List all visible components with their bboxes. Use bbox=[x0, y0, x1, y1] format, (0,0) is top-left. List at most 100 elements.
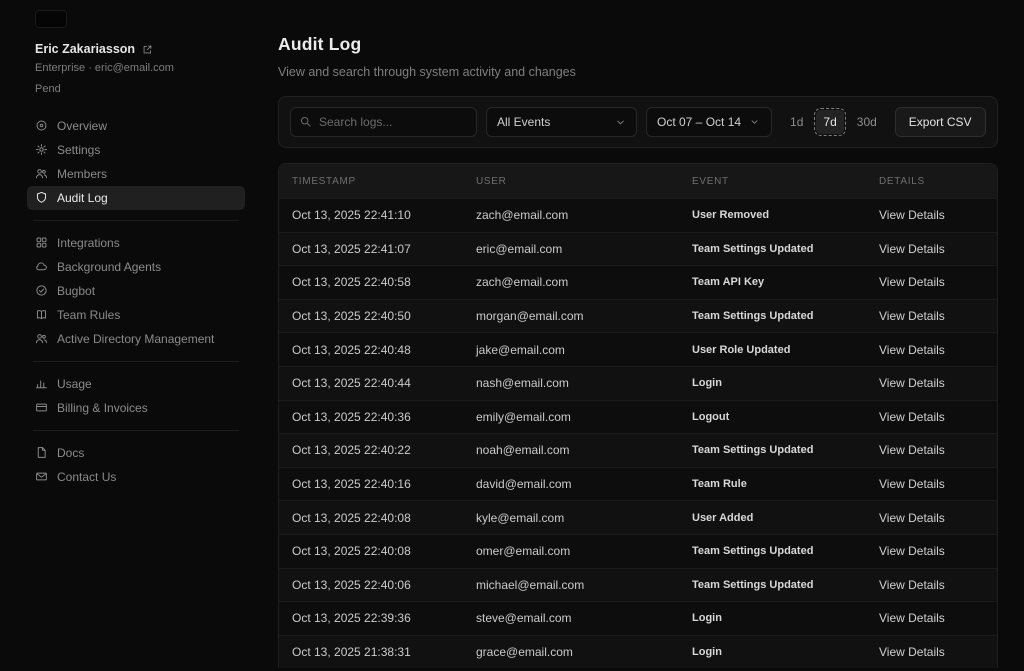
view-details-link[interactable]: View Details bbox=[879, 477, 945, 491]
event-cell: Login bbox=[692, 646, 722, 659]
timestamp-cell: Oct 13, 2025 22:39:36 bbox=[292, 611, 411, 626]
table-row: Oct 13, 2025 22:41:10 zach@email.com User … bbox=[279, 198, 997, 232]
audit-log-icon bbox=[36, 192, 47, 204]
sidebar-item-bugbot[interactable]: Bugbot bbox=[27, 279, 245, 303]
view-details-link[interactable]: View Details bbox=[879, 275, 945, 289]
page-title: Audit Log bbox=[278, 34, 362, 54]
user-meta-extra: Pend bbox=[35, 82, 61, 95]
background-agents-icon bbox=[36, 262, 47, 271]
export-csv-button[interactable]: Export CSV bbox=[894, 107, 986, 137]
user-cell: michael@email.com bbox=[476, 577, 585, 592]
user-cell: emily@email.com bbox=[476, 409, 571, 424]
date-range-picker[interactable]: Oct 07 – Oct 14 bbox=[646, 107, 773, 137]
sidebar-item-contact-us[interactable]: Contact Us bbox=[27, 465, 245, 489]
column-header-timestamp: TIMESTAMP bbox=[292, 175, 356, 187]
usage-icon bbox=[36, 380, 47, 389]
details-cell: View Details bbox=[866, 208, 997, 222]
overview-icon bbox=[36, 120, 47, 131]
audit-log-table: TIMESTAMP USER EVENT DETAILS Oct 13, 2025 2… bbox=[278, 163, 998, 669]
user-cell: omer@email.com bbox=[476, 544, 571, 559]
user-cell: steve@email.com bbox=[476, 611, 572, 626]
app-logo bbox=[35, 10, 67, 28]
table-row: Oct 13, 2025 22:40:48 jake@email.com User … bbox=[279, 332, 997, 366]
timestamp-cell: Oct 13, 2025 22:40:58 bbox=[292, 275, 411, 290]
event-cell: User Role Updated bbox=[692, 343, 791, 356]
sidebar-item-label: Audit Log bbox=[57, 190, 108, 205]
view-details-link[interactable]: View Details bbox=[879, 242, 945, 256]
view-details-link[interactable]: View Details bbox=[879, 645, 945, 659]
view-details-link[interactable]: View Details bbox=[879, 309, 945, 323]
event-cell: Team Rule bbox=[692, 478, 747, 491]
user-cell: grace@email.com bbox=[476, 645, 573, 660]
sidebar-item-team-rules[interactable]: Team Rules bbox=[27, 303, 245, 327]
details-cell: View Details bbox=[866, 611, 997, 625]
sidebar-item-background-agents[interactable]: Background Agents bbox=[27, 255, 245, 279]
range-button-7d[interactable]: 7d bbox=[814, 108, 846, 136]
user-cell: morgan@email.com bbox=[476, 309, 584, 324]
view-details-link[interactable]: View Details bbox=[879, 343, 945, 357]
timestamp-cell: Oct 13, 2025 22:40:22 bbox=[292, 443, 411, 458]
user-cell: jake@email.com bbox=[476, 342, 565, 357]
timestamp-cell: Oct 13, 2025 22:41:07 bbox=[292, 241, 411, 256]
sidebar-item-members[interactable]: Members bbox=[27, 162, 245, 186]
sidebar-item-label: Background Agents bbox=[57, 259, 162, 274]
timestamp-cell: Oct 13, 2025 22:40:48 bbox=[292, 342, 411, 357]
range-button-1d[interactable]: 1d bbox=[785, 110, 808, 134]
range-button-30d[interactable]: 30d bbox=[852, 110, 882, 134]
integrations-icon bbox=[36, 237, 47, 248]
view-details-link[interactable]: View Details bbox=[879, 578, 945, 592]
event-cell: User Removed bbox=[692, 209, 770, 222]
column-header-event: EVENT bbox=[692, 175, 729, 187]
sidebar-item-label: Settings bbox=[57, 142, 101, 157]
details-cell: View Details bbox=[866, 645, 997, 659]
event-cell: Team Settings Updated bbox=[692, 444, 814, 457]
table-row: Oct 13, 2025 21:38:31 grace@email.com Logi… bbox=[279, 634, 997, 669]
search-input[interactable] bbox=[290, 107, 477, 137]
view-details-link[interactable]: View Details bbox=[879, 208, 945, 222]
billing-icon bbox=[36, 403, 47, 412]
table-row: Oct 13, 2025 22:40:36 emily@email.com Logo… bbox=[279, 399, 997, 434]
event-filter-value: All Events bbox=[497, 115, 551, 129]
table-row: Oct 13, 2025 22:40:16 david@email.com Team… bbox=[279, 466, 997, 501]
sidebar-item-active-directory-management[interactable]: Active Directory Management bbox=[27, 327, 245, 351]
search-icon bbox=[300, 116, 311, 127]
view-details-link[interactable]: View Details bbox=[879, 410, 945, 424]
view-details-link[interactable]: View Details bbox=[879, 544, 945, 558]
sidebar-nav: Overview Settings Members Audit Log Integrat… bbox=[27, 114, 245, 489]
sidebar-divider bbox=[33, 429, 239, 431]
view-details-link[interactable]: View Details bbox=[879, 611, 945, 625]
table-body: Oct 13, 2025 22:41:10 zach@email.com User … bbox=[279, 198, 997, 669]
column-header-details: DETAILS bbox=[879, 175, 925, 187]
table-row: Oct 13, 2025 22:40:08 kyle@email.com User … bbox=[279, 500, 997, 534]
user-name: Eric Zakariasson bbox=[35, 42, 136, 56]
view-details-link[interactable]: View Details bbox=[879, 511, 945, 525]
sidebar-item-billing-invoices[interactable]: Billing & Invoices bbox=[27, 396, 245, 420]
user-cell: kyle@email.com bbox=[476, 510, 565, 525]
view-details-link[interactable]: View Details bbox=[879, 443, 945, 457]
timestamp-cell: Oct 13, 2025 22:40:08 bbox=[292, 510, 411, 525]
sidebar-item-settings[interactable]: Settings bbox=[27, 138, 245, 162]
sidebar-item-integrations[interactable]: Integrations bbox=[27, 231, 245, 255]
details-cell: View Details bbox=[866, 511, 997, 525]
event-cell: Logout bbox=[692, 410, 730, 423]
contact-icon bbox=[36, 472, 47, 481]
sidebar-item-overview[interactable]: Overview bbox=[27, 114, 245, 138]
chevron-down-icon bbox=[617, 120, 624, 124]
active-directory-icon bbox=[35, 334, 48, 344]
view-details-link[interactable]: View Details bbox=[879, 376, 945, 390]
sidebar-item-docs[interactable]: Docs bbox=[27, 441, 245, 465]
details-cell: View Details bbox=[866, 376, 997, 390]
details-cell: View Details bbox=[866, 410, 997, 424]
sidebar-item-audit-log[interactable]: Audit Log bbox=[27, 185, 245, 210]
event-filter-select[interactable]: All Events bbox=[486, 107, 637, 137]
user-plan-email: Enterprise · eric@email.com bbox=[35, 62, 174, 74]
sidebar-item-label: Members bbox=[57, 166, 108, 181]
docs-icon bbox=[37, 447, 46, 459]
chevron-down-icon bbox=[751, 120, 758, 124]
timestamp-cell: Oct 13, 2025 22:40:06 bbox=[292, 577, 411, 592]
external-link-icon[interactable] bbox=[141, 44, 154, 55]
sidebar-item-usage[interactable]: Usage bbox=[27, 372, 245, 396]
event-cell: Login bbox=[692, 377, 722, 390]
user-cell: zach@email.com bbox=[476, 275, 569, 290]
table-row: Oct 13, 2025 22:40:22 noah@email.com Team … bbox=[279, 433, 997, 467]
